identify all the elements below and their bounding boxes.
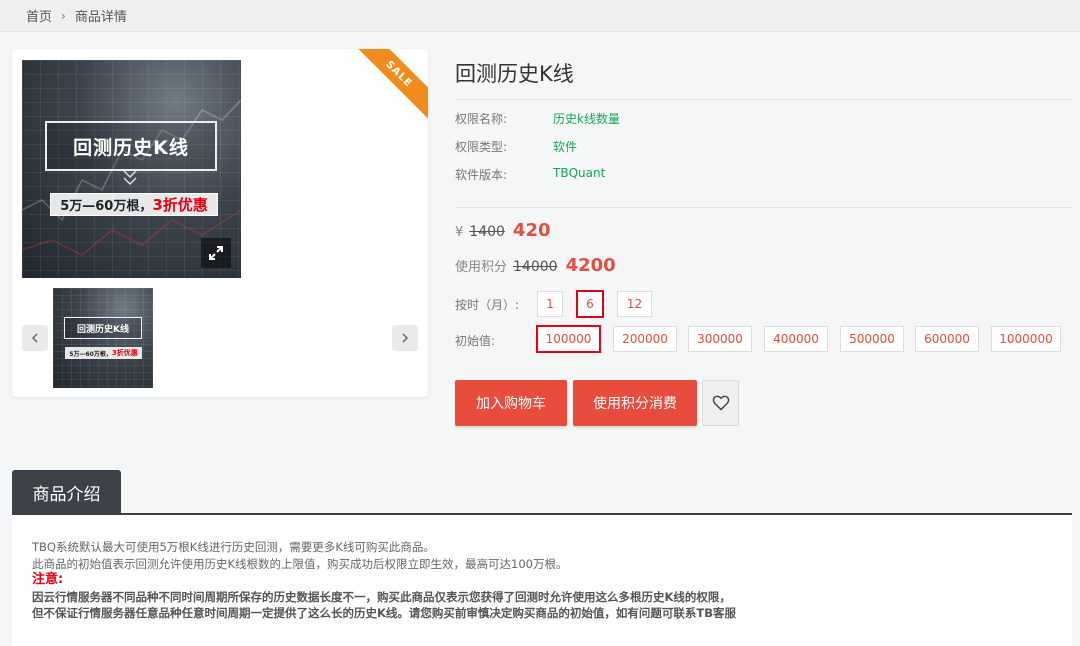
description-line-1: TBQ系统默认最大可使用5万根K线进行历史回测，需要更多K线可购买此商品。 [32, 540, 435, 554]
image-promo-highlight: 3折优惠 [152, 196, 208, 214]
tab-product-intro[interactable]: 商品介绍 [12, 470, 121, 514]
warning-line-2: 但不保证行情服务器任意品种任意时间周期一定提供了这么长的历史K线。请您购买前审慎… [32, 606, 737, 620]
image-title: 回测历史K线 [45, 121, 217, 171]
initial-value-label: 初始值: [455, 334, 496, 348]
thumbnail-promo-highlight: 3折优惠 [111, 349, 138, 357]
sale-ribbon-label: SALE [358, 49, 428, 119]
attribute-label: 权限类型: [455, 140, 508, 154]
thumbnail-title: 回测历史K线 [64, 317, 142, 339]
duration-option-12[interactable]: 12 [617, 291, 652, 317]
thumbnail-promo-prefix: 5万—60万根， [69, 350, 112, 358]
initial-option-200000[interactable]: 200000 [613, 326, 677, 352]
initial-option-600000[interactable]: 600000 [915, 326, 979, 352]
currency-symbol: ¥ [455, 225, 464, 240]
breadcrumb-home[interactable]: 首页 [26, 6, 52, 25]
attribute-row-permission-name: 权限名称: 历史k线数量 [455, 110, 620, 127]
attribute-label: 软件版本: [455, 168, 508, 182]
thumbnail-image[interactable]: 回测历史K线 5万—60万根， 3折优惠 [53, 288, 153, 388]
attribute-value: 历史k线数量 [553, 112, 620, 126]
warning-line-1: 因云行情服务器不同品种不同时间周期所保存的历史数据长度不一，购买此商品仅表示您获… [32, 589, 731, 604]
chevron-left-icon [31, 333, 38, 343]
duration-option-6[interactable]: 6 [576, 290, 604, 318]
favorite-button[interactable] [702, 380, 739, 426]
double-chevron-down-icon [122, 169, 138, 188]
duration-option-1[interactable]: 1 [537, 291, 563, 317]
attribute-value: TBQuant [553, 166, 606, 180]
initial-option-500000[interactable]: 500000 [840, 326, 904, 352]
attribute-label: 权限名称: [455, 112, 508, 126]
thumbnail-next-button[interactable] [392, 325, 418, 351]
initial-option-1000000[interactable]: 1000000 [991, 326, 1061, 352]
breadcrumb-current: 商品详情 [74, 10, 127, 25]
original-price: 1400 [469, 224, 505, 240]
sale-ribbon: SALE [358, 49, 428, 119]
product-description: TBQ系统默认最大可使用5万根K线进行历史回测，需要更多K线可购买此商品。 此商… [12, 515, 1072, 646]
title-divider [455, 99, 1072, 100]
thumbnail-promo: 5万—60万根， 3折优惠 [65, 347, 142, 359]
breadcrumb: 首页 › 商品详情 [0, 0, 1080, 32]
current-points: 4200 [565, 255, 616, 276]
description-line-2: 此商品的初始值表示回测允许使用历史K线根数的上限值，购买成功后权限立即生效，最高… [32, 556, 568, 571]
add-to-cart-button[interactable]: 加入购物车 [455, 380, 567, 426]
use-points-button[interactable]: 使用积分消费 [573, 380, 697, 426]
product-gallery: 回测历史K线 5万—60万根， 3折优惠 SALE 回测历史K线 5万—60万根，… [12, 49, 428, 397]
attribute-row-software-version: 软件版本: TBQuant [455, 166, 605, 183]
initial-option-300000[interactable]: 300000 [688, 326, 752, 352]
points-row: 使用积分 14000 4200 [455, 255, 616, 276]
points-label: 使用积分 [455, 260, 508, 275]
initial-option-400000[interactable]: 400000 [764, 326, 828, 352]
note-label: 注意: [32, 572, 64, 587]
product-title: 回测历史K线 [455, 62, 574, 86]
current-price: 420 [512, 220, 551, 241]
attribute-row-permission-type: 权限类型: 软件 [455, 138, 577, 155]
price-row: ¥ 1400 420 [455, 220, 551, 241]
breadcrumb-separator: › [61, 8, 66, 23]
attribute-value: 软件 [553, 140, 578, 154]
image-promo-prefix: 5万—60万根， [60, 199, 153, 214]
duration-label: 按时（月）: [455, 298, 520, 312]
original-points: 14000 [513, 259, 558, 275]
chevron-right-icon [402, 333, 409, 343]
initial-option-100000[interactable]: 100000 [536, 325, 601, 353]
main-product-image[interactable]: 回测历史K线 5万—60万根， 3折优惠 [22, 60, 241, 278]
image-promo: 5万—60万根， 3折优惠 [50, 193, 218, 216]
expand-icon[interactable] [201, 238, 231, 268]
heart-icon [712, 395, 729, 411]
thumbnail-prev-button[interactable] [22, 325, 48, 351]
attributes-divider [455, 207, 1072, 208]
